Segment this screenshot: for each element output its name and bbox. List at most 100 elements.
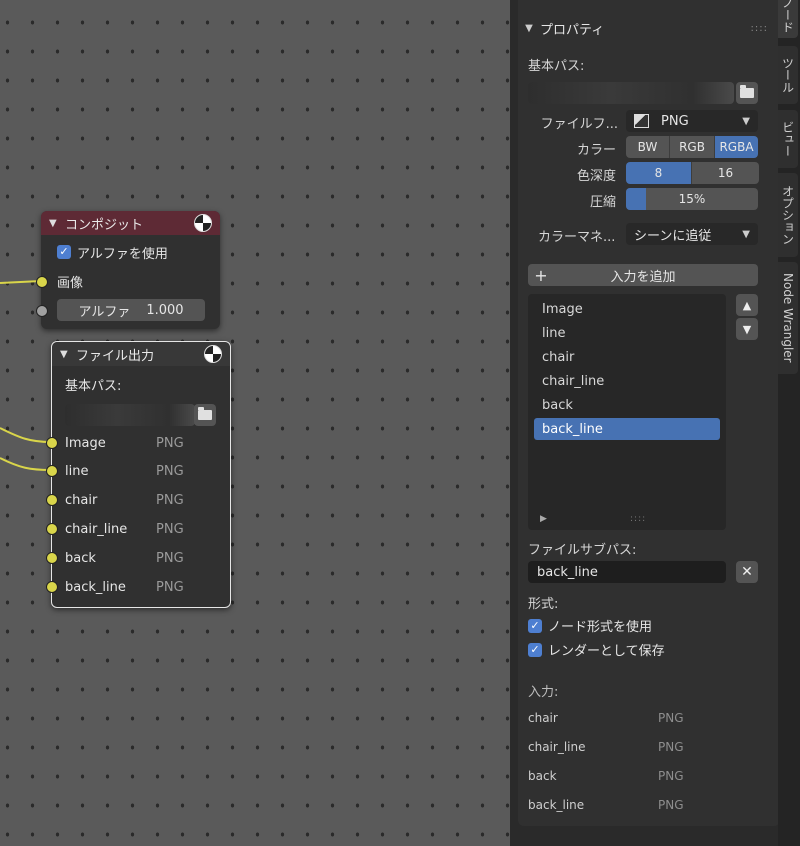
drag-handle-icon[interactable]: :::: — [751, 23, 768, 34]
use-node-format-label: ノード形式を使用 — [548, 620, 653, 635]
color-depth-selector[interactable]: 8 16 — [626, 162, 759, 184]
list-item[interactable]: chair — [534, 346, 720, 368]
file-input-name: chair — [65, 492, 98, 508]
file-format-dropdown[interactable]: PNG ▼ — [626, 110, 758, 132]
color-rgba-button[interactable]: RGBA — [715, 136, 758, 158]
folder-icon — [198, 407, 212, 420]
preview-sphere-icon — [204, 345, 222, 363]
preview-sphere-icon — [194, 214, 212, 232]
list-item-selected[interactable]: back_line — [534, 418, 720, 440]
chevron-down-icon[interactable]: ▼ — [49, 218, 65, 229]
list-item[interactable]: back — [534, 394, 720, 416]
file-subpath-label: ファイルサブパス: — [528, 543, 637, 558]
color-management-dropdown[interactable]: シーンに追従 ▼ — [626, 223, 758, 245]
link-to-file-line[interactable] — [0, 457, 52, 471]
format-label: 形式: — [528, 597, 559, 612]
move-up-button[interactable]: ▲ — [736, 294, 758, 316]
input-socket[interactable] — [46, 552, 58, 564]
list-item[interactable]: Image — [534, 298, 720, 320]
chevron-down-icon: ▼ — [742, 115, 750, 127]
tab-node[interactable]: ノード — [778, 0, 798, 38]
add-input-button[interactable]: + 入力を追加 — [528, 264, 758, 286]
panel-input-row: chair PNG — [528, 711, 758, 725]
file-input-format: PNG — [156, 463, 184, 479]
color-bw-button[interactable]: BW — [626, 136, 670, 158]
panel-input-format: PNG — [658, 740, 684, 754]
plus-icon: + — [534, 265, 548, 285]
use-alpha-label: アルファを使用 — [77, 246, 168, 262]
alpha-label: アルファ — [78, 304, 131, 320]
file-input-row: chair PNG — [52, 489, 230, 511]
save-as-render-checkbox[interactable]: ✓ — [528, 642, 542, 657]
save-as-render-row[interactable]: ✓ レンダーとして保存 — [528, 640, 665, 659]
alpha-socket[interactable] — [36, 305, 48, 317]
list-item[interactable]: chair_line — [534, 370, 720, 392]
link-to-composite-image[interactable] — [0, 280, 42, 284]
use-node-format-checkbox[interactable]: ✓ — [528, 618, 542, 633]
panel-input-format: PNG — [658, 711, 684, 725]
composite-node[interactable]: ▼ コンポジット ✓ アルファを使用 画像 アルファ 1.000 — [36, 211, 220, 329]
expand-triangle-icon[interactable]: ▶ — [540, 514, 547, 524]
panel-input-format: PNG — [658, 769, 684, 783]
input-socket[interactable] — [46, 437, 58, 449]
file-output-node-header[interactable]: ▼ ファイル出力 — [52, 342, 230, 366]
composite-node-header[interactable]: ▼ コンポジット — [41, 211, 220, 235]
chevron-down-icon[interactable]: ▼ — [518, 23, 540, 34]
chevron-down-icon[interactable]: ▼ — [60, 349, 76, 360]
tab-view[interactable]: ビュー — [778, 110, 798, 168]
folder-icon — [740, 85, 754, 98]
folder-button[interactable] — [194, 404, 216, 426]
properties-section-header[interactable]: ▼ プロパティ :::: — [518, 16, 768, 40]
link-to-file-image[interactable] — [0, 427, 52, 443]
panel-base-path-field[interactable] — [528, 82, 734, 104]
remove-input-button[interactable]: ✕ — [736, 561, 758, 583]
base-path-field[interactable] — [65, 404, 195, 426]
image-input-row: 画像 — [41, 270, 220, 292]
file-format-value: PNG — [661, 113, 689, 129]
base-path-row: 基本パス: — [52, 373, 230, 395]
file-input-format: PNG — [156, 521, 184, 537]
use-alpha-row[interactable]: ✓ アルファを使用 — [41, 241, 220, 263]
file-output-node[interactable]: ▼ ファイル出力 基本パス: Image PNG line PNG chair … — [46, 341, 231, 608]
compression-slider[interactable]: 15% — [626, 188, 758, 210]
file-input-name: chair_line — [65, 521, 128, 537]
input-socket[interactable] — [46, 581, 58, 593]
list-item[interactable]: line — [534, 322, 720, 344]
image-socket[interactable] — [36, 276, 48, 288]
file-input-row: back_line PNG — [52, 576, 230, 598]
input-socket[interactable] — [46, 494, 58, 506]
alpha-field[interactable]: アルファ 1.000 — [57, 299, 205, 321]
compression-fill — [626, 188, 646, 210]
save-as-render-label: レンダーとして保存 — [548, 644, 665, 659]
tab-options[interactable]: オプション — [778, 173, 798, 257]
use-alpha-checkbox[interactable]: ✓ — [57, 245, 71, 259]
file-input-row: Image PNG — [52, 432, 230, 454]
panel-input-name: chair — [528, 711, 558, 725]
input-socket[interactable] — [46, 523, 58, 535]
inputs-label: 入力: — [528, 685, 559, 700]
file-input-format: PNG — [156, 579, 184, 595]
file-input-name: Image — [65, 435, 106, 451]
resize-handle-icon[interactable]: :::: — [630, 514, 646, 524]
tab-node-wrangler[interactable]: Node Wrangler — [778, 262, 798, 374]
file-input-name: back — [65, 550, 96, 566]
tab-tool[interactable]: ツール — [778, 46, 798, 104]
composite-node-title: コンポジット — [65, 217, 144, 233]
image-input-label: 画像 — [57, 275, 84, 291]
file-subpath-field[interactable]: back_line — [528, 561, 726, 583]
panel-folder-button[interactable] — [736, 82, 758, 104]
use-node-format-row[interactable]: ✓ ノード形式を使用 — [528, 616, 652, 635]
panel-base-path-label: 基本パス: — [528, 59, 585, 74]
color-rgb-button[interactable]: RGB — [670, 136, 715, 158]
sidebar-tabs: ノード ツール ビュー オプション Node Wrangler — [778, 0, 800, 846]
alpha-value: 1.000 — [146, 302, 184, 318]
depth-8-button[interactable]: 8 — [626, 162, 692, 184]
color-mode-selector[interactable]: BW RGB RGBA — [626, 136, 758, 158]
depth-label: 色深度 — [576, 169, 616, 184]
input-list[interactable]: Image line chair chair_line back back_li… — [528, 294, 726, 530]
move-down-button[interactable]: ▼ — [736, 318, 758, 340]
file-subpath-value: back_line — [537, 564, 598, 580]
depth-16-button[interactable]: 16 — [692, 162, 759, 184]
input-socket[interactable] — [46, 465, 58, 477]
panel-input-name: chair_line — [528, 740, 586, 754]
